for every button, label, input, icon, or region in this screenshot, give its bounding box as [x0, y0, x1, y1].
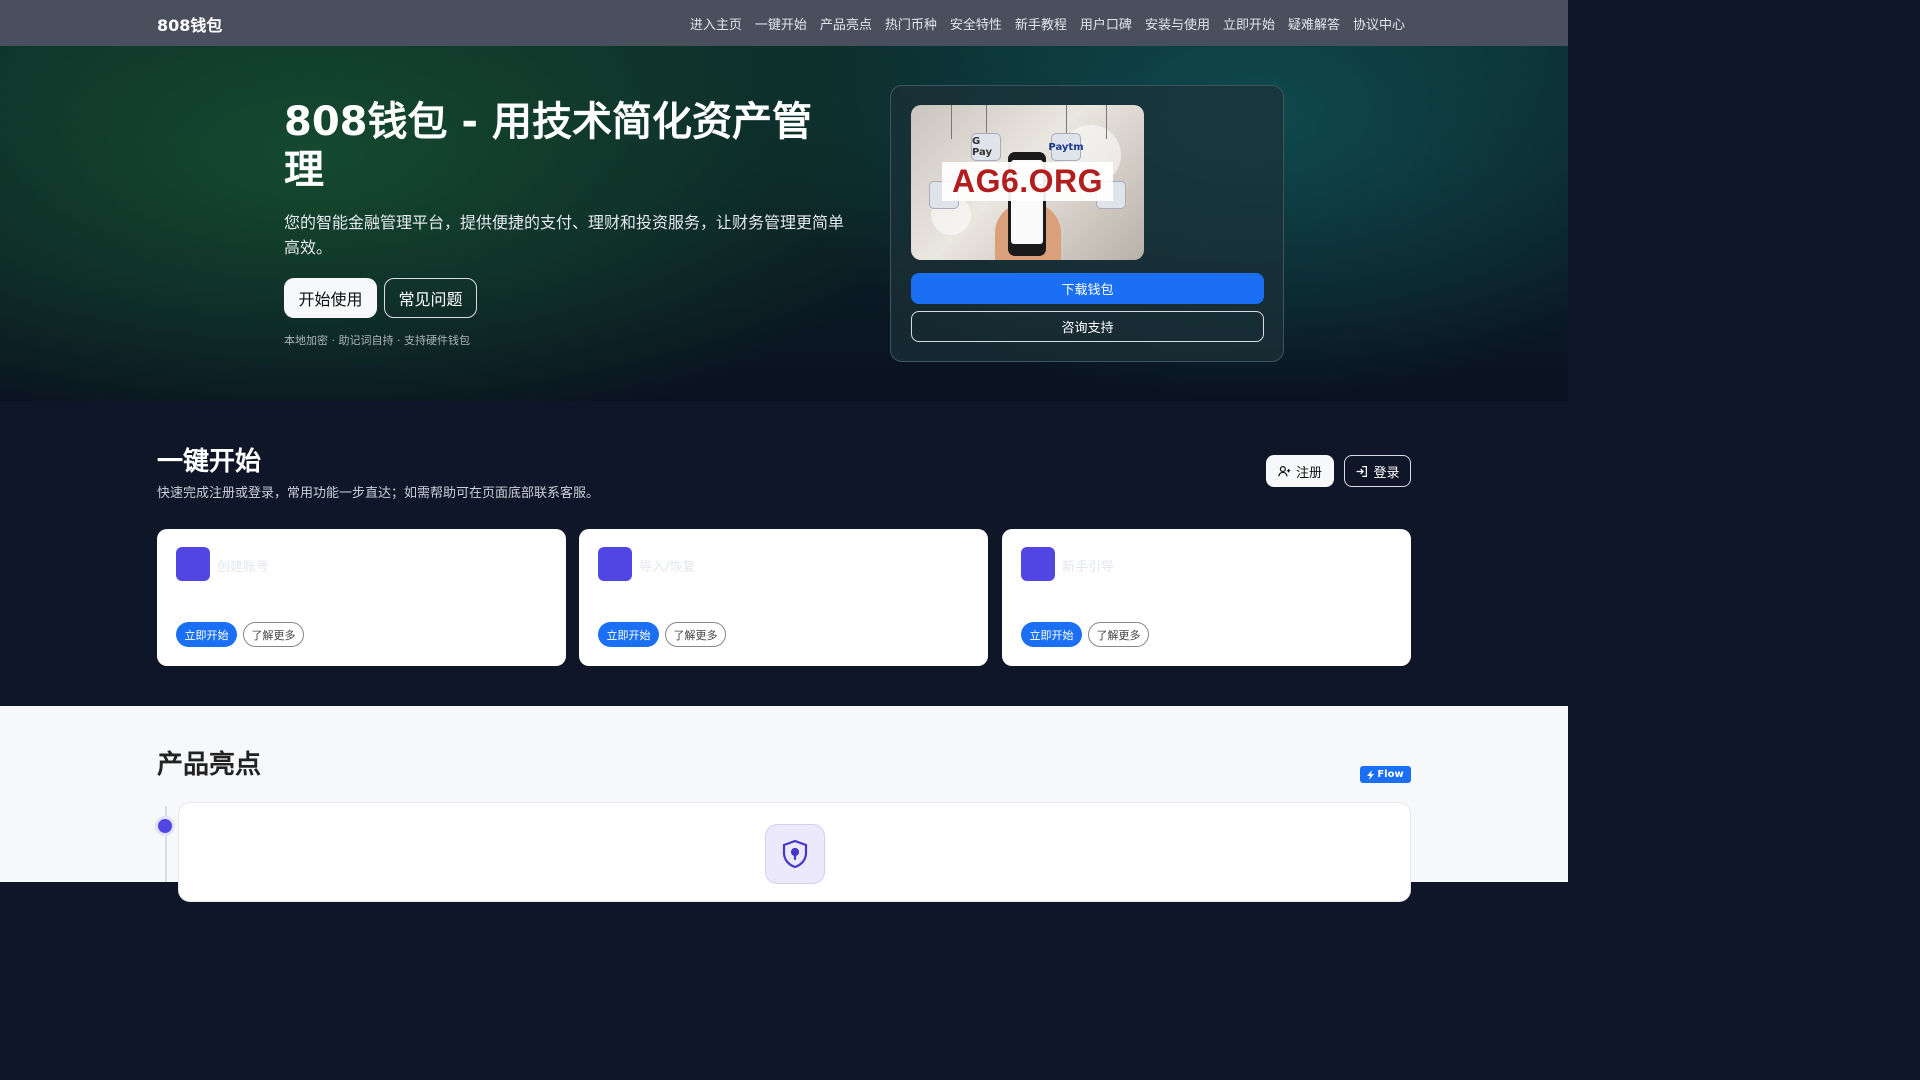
flow-badge-label: Flow	[1377, 769, 1404, 780]
highlights-title: 产品亮点	[157, 750, 262, 780]
quick-start-title: 一键开始	[157, 447, 262, 477]
nav-link-troubleshoot[interactable]: 疑难解答	[1288, 14, 1340, 33]
quick-start-description: 快速完成注册或登录，常用功能一步直达；如需帮助可在页面底部联系客服。	[157, 486, 600, 501]
user-plus-icon	[1278, 465, 1291, 476]
highlights-section: 产品亮点 Flow	[0, 706, 1568, 902]
nav-link-agreements[interactable]: 协议中心	[1353, 14, 1405, 33]
card-icon	[1021, 547, 1055, 581]
sign-in-icon	[1357, 465, 1368, 477]
support-button[interactable]: 咨询支持	[911, 311, 1264, 342]
card-start-button[interactable]: 立即开始	[1021, 622, 1082, 647]
card-title: 新手引导	[1062, 560, 1115, 575]
nav-link-start-now[interactable]: 立即开始	[1223, 14, 1275, 33]
nav-link-install[interactable]: 安装与使用	[1145, 14, 1210, 33]
hero-subtitle: 您的智能金融管理平台，提供便捷的支付、理财和投资服务，让财务管理更简单高效。	[284, 213, 845, 257]
nav-link-security[interactable]: 安全特性	[950, 14, 1002, 33]
card-title: 导入/恢复	[639, 560, 696, 575]
timeline-dot	[155, 816, 175, 836]
hero-note: 本地加密 · 助记词自持 · 支持硬件钱包	[284, 334, 470, 347]
nav-link-quick-start[interactable]: 一键开始	[755, 14, 807, 33]
card-title: 创建账号	[217, 560, 270, 575]
hero-title: 808钱包 - 用技术简化资产管理	[284, 99, 812, 193]
quick-card-beginner-guide: 新手引导 立即开始 了解更多	[1002, 529, 1411, 666]
flow-badge: Flow	[1360, 766, 1411, 783]
hanging-string	[1106, 105, 1107, 139]
gpay-tag: G Pay	[971, 133, 1001, 161]
nav-link-reviews[interactable]: 用户口碑	[1080, 14, 1132, 33]
shield-lock-icon	[782, 839, 808, 869]
card-icon	[598, 547, 632, 581]
hero-card: G Pay Paytm AG6.ORG 下载钱包 咨询支持	[890, 85, 1284, 362]
hero-section: 808钱包 - 用技术简化资产管理 您的智能金融管理平台，提供便捷的支付、理财和…	[0, 46, 1568, 401]
quick-card-import-restore: 导入/恢复 立即开始 了解更多	[579, 529, 988, 666]
login-button[interactable]: 登录	[1344, 455, 1411, 487]
card-icon	[176, 547, 210, 581]
nav-link-coins[interactable]: 热门币种	[885, 14, 937, 33]
register-label: 注册	[1295, 465, 1322, 481]
top-nav: 808钱包 进入主页 一键开始 产品亮点 热门币种 安全特性 新手教程 用户口碑…	[0, 0, 1568, 46]
card-learn-more-button[interactable]: 了解更多	[1088, 622, 1149, 647]
login-label: 登录	[1373, 465, 1400, 481]
nav-link-tutorial[interactable]: 新手教程	[1015, 14, 1067, 33]
nav-link-home[interactable]: 进入主页	[690, 14, 742, 33]
download-wallet-button[interactable]: 下载钱包	[911, 273, 1264, 304]
quick-card-create-account: 创建账号 立即开始 了解更多	[157, 529, 566, 666]
brand-logo[interactable]: 808钱包	[157, 12, 222, 36]
highlight-card	[178, 802, 1411, 902]
highlight-icon-box	[765, 824, 825, 884]
start-button[interactable]: 开始使用	[284, 278, 377, 318]
card-learn-more-button[interactable]: 了解更多	[665, 622, 726, 647]
paytm-tag: Paytm	[1048, 133, 1084, 161]
quick-start-section: 一键开始 快速完成注册或登录，常用功能一步直达；如需帮助可在页面底部联系客服。 …	[0, 401, 1568, 706]
hanging-string	[951, 105, 952, 139]
lightning-icon	[1367, 769, 1375, 780]
card-start-button[interactable]: 立即开始	[598, 622, 659, 647]
register-button[interactable]: 注册	[1266, 455, 1334, 487]
nav-link-highlights[interactable]: 产品亮点	[820, 14, 872, 33]
watermark: AG6.ORG	[942, 162, 1113, 201]
card-start-button[interactable]: 立即开始	[176, 622, 237, 647]
faq-button[interactable]: 常见问题	[384, 278, 477, 318]
nav-links: 进入主页 一键开始 产品亮点 热门币种 安全特性 新手教程 用户口碑 安装与使用…	[690, 0, 1405, 46]
card-learn-more-button[interactable]: 了解更多	[243, 622, 304, 647]
hero-image: G Pay Paytm AG6.ORG	[911, 105, 1144, 260]
